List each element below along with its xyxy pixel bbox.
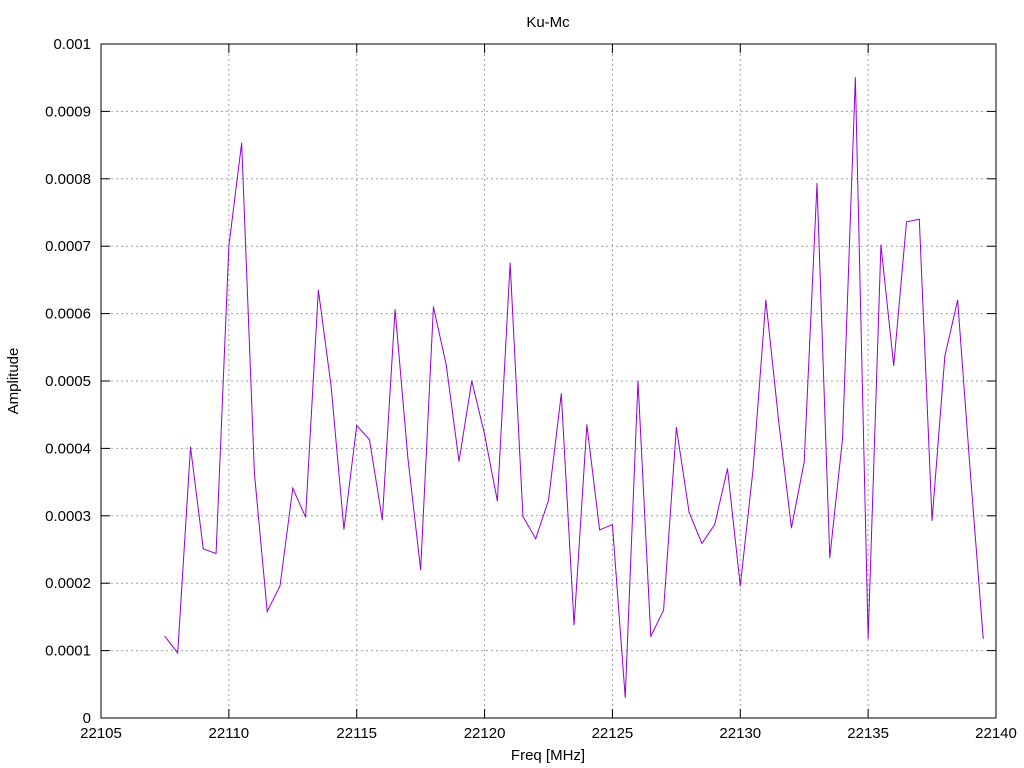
data-point <box>650 635 652 637</box>
data-point <box>445 364 447 366</box>
data-point <box>496 500 498 502</box>
y-tick-label: 0.0001 <box>45 643 91 660</box>
y-tick-label: 0.0006 <box>45 306 91 323</box>
data-point <box>343 528 345 530</box>
y-tick-label: 0.0007 <box>45 238 91 255</box>
data-point <box>778 420 780 422</box>
data-point <box>535 538 537 540</box>
x-tick-label: 22125 <box>592 725 634 742</box>
data-point <box>829 557 831 559</box>
x-tick-label: 22105 <box>80 725 122 742</box>
data-point <box>522 515 524 517</box>
data-point <box>790 527 792 529</box>
data-point <box>701 542 703 544</box>
data-point <box>356 424 358 426</box>
x-tick-label: 22110 <box>209 725 250 742</box>
data-point <box>816 183 818 185</box>
y-tick-label: 0 <box>83 710 91 727</box>
data-point <box>893 364 895 366</box>
x-tick-label: 22120 <box>464 725 506 742</box>
data-point <box>190 446 191 448</box>
data-point <box>369 439 370 441</box>
data-point <box>727 468 728 470</box>
data-point <box>637 380 639 382</box>
y-tick-label: 0.0005 <box>45 373 91 390</box>
data-point <box>305 516 307 518</box>
data-point <box>982 637 984 639</box>
x-tick-label: 22140 <box>975 725 1017 742</box>
data-point <box>164 635 166 637</box>
data-points <box>164 77 984 698</box>
data-point <box>624 696 626 698</box>
data-point <box>675 427 677 429</box>
y-tick-labels: 0 0.0001 0.0002 0.0003 0.0004 0.0005 0.0006 0.0… <box>45 36 91 727</box>
data-point <box>611 524 613 526</box>
data-point <box>880 244 882 246</box>
data-point <box>752 468 754 470</box>
data-point <box>292 487 294 489</box>
y-tick-label: 0.0008 <box>45 171 91 188</box>
data-point <box>407 457 409 459</box>
data-point <box>471 380 473 382</box>
data-point <box>944 355 946 357</box>
y-axis-label: Amplitude <box>5 348 22 415</box>
y-tick-label: 0.0003 <box>45 508 91 525</box>
data-point <box>420 569 422 571</box>
x-tick-label: 22130 <box>719 725 761 742</box>
data-point <box>228 245 230 247</box>
data-point <box>663 609 665 611</box>
data-point <box>394 309 396 311</box>
data-point <box>458 460 460 462</box>
data-point <box>484 433 486 435</box>
data-point <box>241 142 243 144</box>
data-point <box>317 289 319 291</box>
data-point <box>253 472 255 474</box>
data-point <box>202 548 204 550</box>
data-point <box>279 585 281 587</box>
y-tick-label: 0.0002 <box>45 575 91 592</box>
data-point <box>906 221 907 223</box>
data-point <box>765 299 767 301</box>
chart-title: Ku-Mc <box>526 14 570 31</box>
series-line <box>164 77 984 698</box>
x-tick-labels: 22105 22110 22115 22120 22125 22130 22135 22140 <box>80 725 1017 742</box>
x-tick-label: 22115 <box>336 725 377 742</box>
data-point <box>330 385 332 387</box>
y-tick-label: 0.001 <box>53 36 91 53</box>
data-point <box>177 652 179 654</box>
data-point <box>842 437 844 439</box>
data-point <box>215 553 217 555</box>
data-point <box>266 611 268 613</box>
data-point <box>573 624 575 626</box>
data-point <box>803 461 805 463</box>
data-point <box>548 499 549 501</box>
data-point <box>854 77 856 79</box>
data-point <box>586 424 588 426</box>
data-point <box>599 529 601 531</box>
y-tick-label: 0.0009 <box>45 103 91 120</box>
data-point <box>381 519 383 521</box>
data-point <box>931 520 933 522</box>
data-point <box>739 585 741 587</box>
data-point <box>714 524 716 526</box>
grid-layer <box>101 44 996 718</box>
data-point <box>432 306 434 308</box>
data-point <box>957 299 959 301</box>
x-tick-label: 22135 <box>847 725 889 742</box>
data-point <box>560 393 562 395</box>
y-tick-label: 0.0004 <box>45 440 91 457</box>
data-point <box>918 218 920 220</box>
line-chart: 22105 22110 22115 22120 22125 22130 22135 22140… <box>5 14 1017 764</box>
data-point <box>509 262 511 264</box>
data-point <box>969 473 971 475</box>
data-point <box>867 637 869 639</box>
x-axis-label: Freq [MHz] <box>511 747 585 764</box>
data-point <box>688 511 690 513</box>
